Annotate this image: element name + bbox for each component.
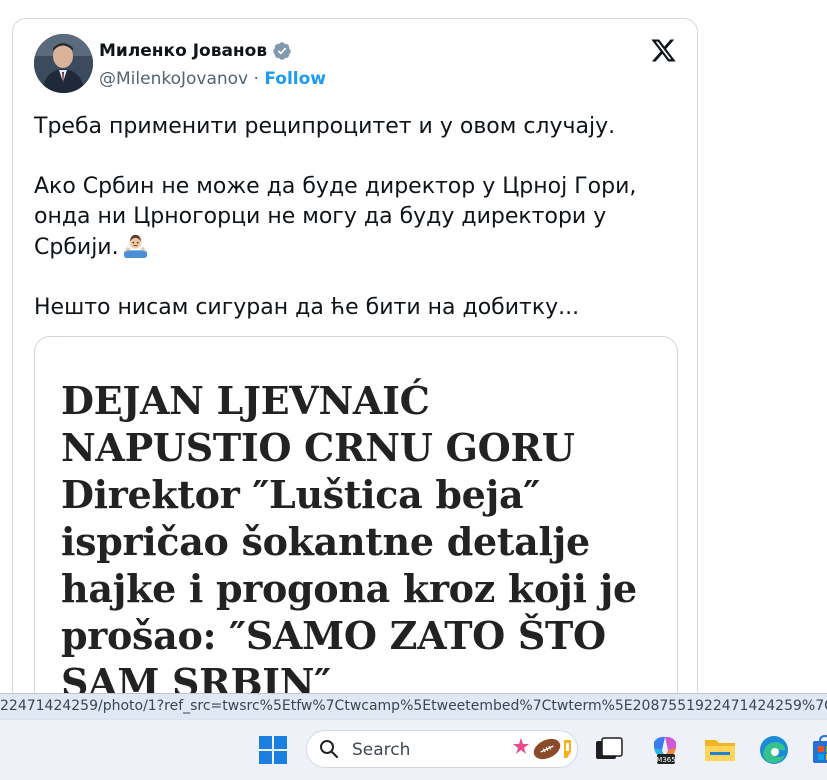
man-shrugging-emoji bbox=[123, 234, 147, 259]
author-handle[interactable]: @MilenkoJovanov bbox=[99, 69, 248, 89]
edge-browser-icon[interactable] bbox=[758, 734, 790, 766]
task-view-icon[interactable] bbox=[593, 735, 625, 765]
author-name[interactable]: Миленко Јованов bbox=[99, 41, 292, 61]
tweet-paragraph-1: Треба применити реципроцитет и у овом сл… bbox=[34, 114, 616, 139]
search-label: Search bbox=[352, 740, 411, 760]
store-icon[interactable] bbox=[810, 734, 827, 766]
tweet-media-image[interactable]: DEJAN LJEVNAIĆ NAPUSTIO CRNU GORU Direkt… bbox=[34, 336, 678, 737]
verified-badge-icon bbox=[273, 42, 291, 60]
windows-taskbar: Search M365 bbox=[0, 719, 827, 780]
taskbar-search-box[interactable]: Search bbox=[306, 730, 578, 768]
author-name-text[interactable]: Миленко Јованов bbox=[99, 41, 267, 61]
x-logo-icon[interactable] bbox=[650, 37, 677, 64]
tweet-embed-card[interactable]: Миленко Јованов @MilenkoJovanov · Follow… bbox=[12, 18, 698, 738]
meta-separator: · bbox=[248, 69, 265, 89]
tweet-text: Треба применити реципроцитет и у овом сл… bbox=[34, 112, 654, 323]
file-explorer-icon[interactable] bbox=[702, 734, 738, 766]
copilot-badge: M365 bbox=[656, 756, 675, 764]
status-bar-url: 22471424259/photo/1?ref_src=twsrc%5Etfw%… bbox=[0, 693, 827, 719]
tweet-paragraph-3: Нешто нисам сигуран да ће бити на добитк… bbox=[34, 295, 580, 320]
tweet-paragraph-2: Ако Србин не може да буде директор у Црн… bbox=[34, 172, 654, 263]
search-highlight-football-icon bbox=[513, 738, 571, 760]
copilot-m365-icon[interactable]: M365 bbox=[648, 734, 682, 766]
follow-link[interactable]: Follow bbox=[264, 69, 326, 89]
author-avatar[interactable] bbox=[34, 34, 93, 93]
media-headline: DEJAN LJEVNAIĆ NAPUSTIO CRNU GORU Direkt… bbox=[61, 378, 637, 705]
windows-start-icon[interactable] bbox=[258, 735, 288, 765]
search-icon bbox=[320, 740, 339, 759]
author-meta: @MilenkoJovanov · Follow bbox=[99, 69, 326, 89]
